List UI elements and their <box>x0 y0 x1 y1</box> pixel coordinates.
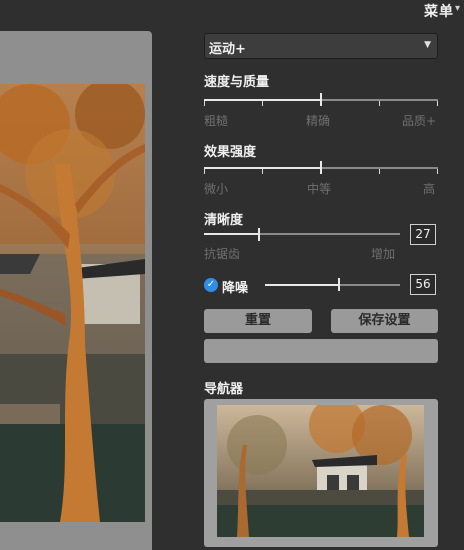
effect-strength-mid-label: 中等 <box>307 182 332 196</box>
speed-quality-title: 速度与质量 <box>204 75 270 90</box>
progress-bar <box>204 339 438 363</box>
speed-quality-right-label: 品质+ <box>402 114 437 128</box>
navigator-title: 导航器 <box>204 382 244 397</box>
reset-button[interactable]: 重置 <box>204 309 312 333</box>
navigator-thumbnail[interactable] <box>217 405 424 537</box>
sharpness-left-label: 抗锯齿 <box>204 247 241 261</box>
sharpness-title: 清晰度 <box>204 213 244 228</box>
sharpness-value-input[interactable]: 27 <box>410 224 436 245</box>
speed-quality-mid-label: 精确 <box>306 114 331 128</box>
dropdown-arrow-icon: ▼ <box>424 40 431 50</box>
mode-select-value: 运动+ <box>209 42 246 57</box>
slider-track <box>340 284 400 286</box>
denoise-value-input[interactable]: 56 <box>410 274 436 295</box>
slider-handle[interactable] <box>338 278 340 291</box>
slider-tick <box>262 169 263 174</box>
slider-fill <box>204 233 260 235</box>
sharpness-right-label: 增加 <box>371 247 396 261</box>
menu-button[interactable]: 菜单 <box>424 1 454 21</box>
slider-handle[interactable] <box>320 161 322 174</box>
denoise-checkbox[interactable]: ✓ <box>204 278 218 292</box>
slider-tick <box>379 101 380 106</box>
slider-tick <box>379 169 380 174</box>
slider-tick <box>437 101 438 106</box>
effect-strength-left-label: 微小 <box>204 182 229 196</box>
slider-fill <box>265 284 340 286</box>
effect-strength-right-label: 高 <box>423 182 436 196</box>
slider-handle[interactable] <box>258 228 260 241</box>
denoise-label: 降噪 <box>222 281 249 296</box>
effect-strength-title: 效果强度 <box>204 145 257 160</box>
slider-handle[interactable] <box>320 93 322 106</box>
preview-image[interactable] <box>0 84 145 522</box>
speed-quality-left-label: 粗糙 <box>204 114 229 128</box>
slider-tick <box>437 169 438 174</box>
slider-track <box>260 233 400 235</box>
slider-tick <box>204 169 205 174</box>
slider-tick <box>262 101 263 106</box>
save-settings-button[interactable]: 保存设置 <box>331 309 438 333</box>
mode-select[interactable]: 运动+ ▼ <box>204 33 438 59</box>
chevron-down-icon[interactable]: ▾ <box>455 3 460 14</box>
slider-tick <box>204 101 205 106</box>
navigator-panel <box>204 399 438 547</box>
